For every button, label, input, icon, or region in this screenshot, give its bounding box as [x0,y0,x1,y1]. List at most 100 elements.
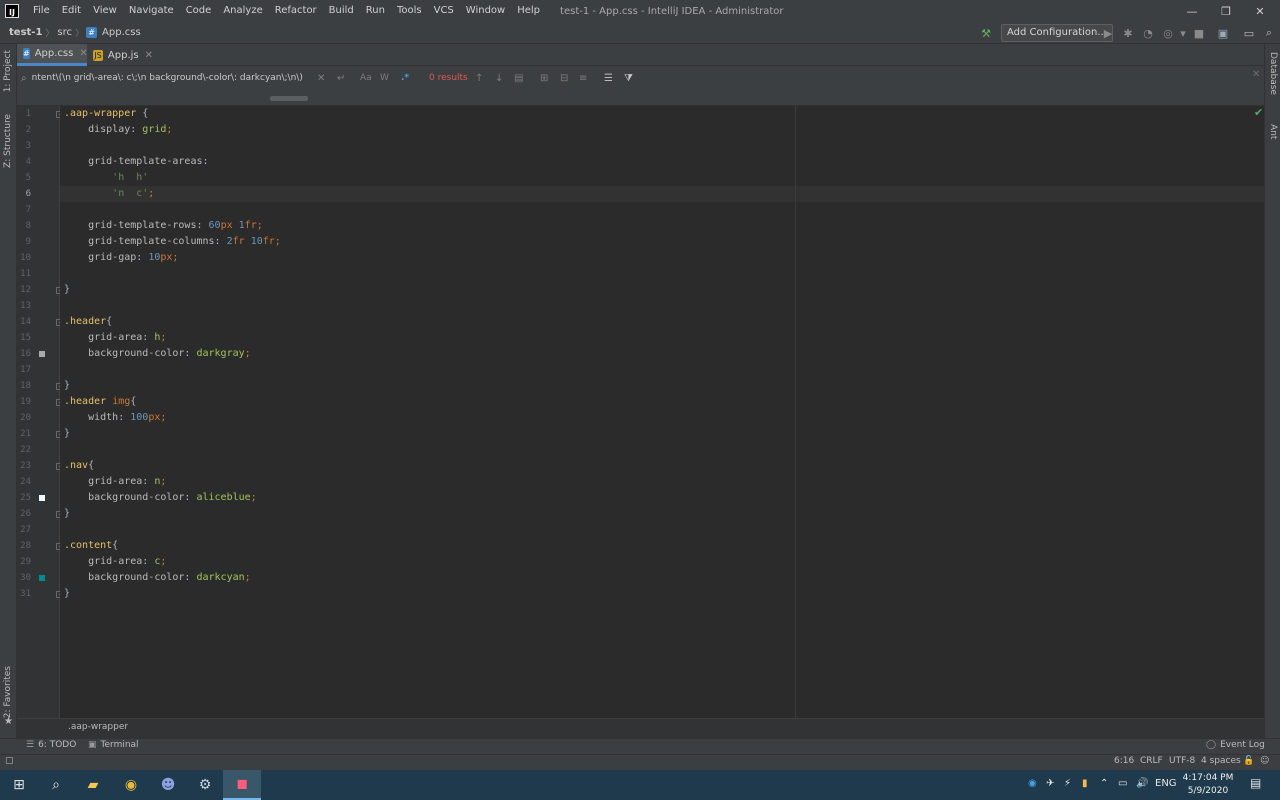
css-property: grid-template-rows [88,220,197,231]
match-case-toggle[interactable]: Aa [360,69,372,87]
filter-icon[interactable]: ⧩ [624,69,633,87]
terminal-button[interactable]: ▣ Terminal [88,740,139,750]
tray-nvidia-icon[interactable]: ⚡ [1064,778,1071,789]
breadcrumb[interactable]: .aap-wrapper [68,722,128,732]
todo-button[interactable]: ☰ 6: TODO [26,740,76,750]
menu-file[interactable]: File [27,0,56,22]
css-unit: fr [244,220,257,231]
menu-build[interactable]: Build [323,0,360,22]
minimize-button[interactable]: — [1175,0,1209,22]
coverage-icon[interactable]: ◔ [1140,25,1156,41]
file-explorer-icon[interactable]: ▰ [74,770,112,800]
language-indicator[interactable]: ENG [1155,778,1177,789]
menu-vcs[interactable]: VCS [428,0,460,22]
color-swatch-darkgray[interactable] [39,351,45,357]
stop-icon[interactable]: ■ [1191,25,1207,41]
menu-run[interactable]: Run [360,0,391,22]
search-icon[interactable]: ⌕ [37,770,75,800]
toggle-tool-windows-icon[interactable]: ▢ [5,756,14,766]
select-all-occurrences-icon[interactable]: ▤ [514,69,523,87]
indent-setting[interactable]: 4 spaces [1201,756,1241,766]
tray-wifi-icon[interactable]: ✈ [1046,778,1054,789]
color-swatch-aliceblue[interactable] [39,495,45,501]
chevron-down-icon[interactable]: ▾ [1175,25,1191,41]
words-toggle[interactable]: W [380,69,389,87]
caret-position[interactable]: 6:16 [1114,756,1134,766]
steam-icon[interactable]: ⚙ [186,770,224,800]
structure-tool-tab[interactable]: Z: Structure [3,114,13,168]
color-swatch-darkcyan[interactable] [39,575,45,581]
close-tab-icon[interactable]: ✕ [145,50,153,61]
code-line: .header img{ [64,394,136,410]
maximize-button[interactable]: ❐ [1209,0,1243,22]
project-structure-icon[interactable]: ▣ [1215,25,1231,41]
add-configuration-button[interactable]: Add Configuration... [1001,24,1113,42]
code-editor[interactable]: ✔ .aap-wrapper { display: grid; grid-tem… [60,106,1264,718]
code-line: width: 100px; [88,412,167,423]
remove-occurrence-icon[interactable]: ⊟ [560,69,568,87]
clear-search-icon[interactable]: ✕ [317,69,325,87]
intellij-logo-icon[interactable]: IJ [5,4,19,18]
menu-edit[interactable]: Edit [56,0,87,22]
menu-window[interactable]: Window [460,0,511,22]
discord-icon[interactable]: ☻ [149,770,187,800]
menu-code[interactable]: Code [180,0,218,22]
nav-folder[interactable]: src [54,27,75,38]
favorites-tool-tab[interactable]: 2: Favorites [3,666,13,718]
line-separator[interactable]: CRLF [1140,756,1163,766]
profile-icon[interactable]: ◎ [1160,25,1176,41]
menu-navigate[interactable]: Navigate [123,0,180,22]
nav-project[interactable]: test-1 [6,27,45,38]
project-tool-tab[interactable]: 1: Project [3,50,13,92]
layout-icon[interactable]: ▭ [1241,25,1257,41]
new-line-icon[interactable]: ↵ [337,69,345,87]
menu-tools[interactable]: Tools [391,0,428,22]
menu-view[interactable]: View [87,0,123,22]
css-property: display [88,124,131,135]
system-clock[interactable]: 4:17:04 PM 5/9/2020 [1176,772,1240,798]
tab-app-js[interactable]: JS App.js ✕ [87,44,159,66]
ant-tool-tab[interactable]: Ant [1268,124,1278,139]
tray-volume-icon[interactable]: 🔊 [1136,778,1148,789]
intellij-taskbar-icon[interactable]: ◼ [223,770,261,800]
code-line: .nav{ [64,458,94,474]
inspector-icon[interactable]: ☺ [1260,756,1269,766]
debug-icon[interactable]: ✱ [1120,25,1136,41]
windows-start-icon[interactable]: ⊞ [0,770,38,800]
notification-center-icon[interactable]: ▤ [1250,776,1261,790]
close-window-button[interactable]: ✕ [1243,0,1277,22]
event-log-button[interactable]: ◯ Event Log [1206,740,1265,750]
search-field-scrollbar[interactable] [270,96,308,101]
close-search-icon[interactable]: ✕ [1252,69,1260,80]
search-query[interactable]: ntent\(\n grid\-area\: c\;\n background\… [32,73,322,83]
run-icon[interactable]: ▶ [1100,25,1116,41]
tray-app-icon[interactable]: ◉ [1028,778,1037,789]
select-all-icon[interactable]: ≡ [579,69,587,87]
css-property: background-color [88,572,185,583]
menu-refactor[interactable]: Refactor [269,0,323,22]
search-everywhere-icon[interactable]: ⌕ [1261,25,1277,41]
tray-chevron-icon[interactable]: ⌃ [1100,778,1108,789]
lock-icon[interactable]: 🔓 [1243,756,1254,766]
chrome-icon[interactable]: ◉ [112,770,150,800]
build-hammer-icon[interactable]: ⚒ [978,25,994,41]
previous-occurrence-icon[interactable]: ↑ [475,69,483,87]
database-tool-tab[interactable]: Database [1268,52,1278,95]
nav-file[interactable]: App.css [99,27,144,38]
brace: } [64,588,71,599]
regex-toggle[interactable]: .* [401,69,409,87]
search-input[interactable]: ⌕ ntent\(\n grid\-area\: c\;\n backgroun… [21,69,349,87]
menu-analyze[interactable]: Analyze [217,0,268,22]
next-occurrence-icon[interactable]: ↓ [495,69,503,87]
filter-options-icon[interactable]: ☰ [604,69,613,87]
menu-help[interactable]: Help [511,0,546,22]
no-problems-check-icon[interactable]: ✔ [1254,106,1263,119]
file-encoding[interactable]: UTF-8 [1169,756,1195,766]
todo-label: 6: TODO [38,740,77,750]
tray-network-icon[interactable]: ▭ [1118,778,1127,789]
tray-colored-app-icon[interactable]: ▮ [1082,778,1088,789]
css-number: 10 [148,252,161,263]
tab-app-css[interactable]: # App.css ✕ [17,44,88,66]
css-property: background-color [88,492,185,503]
add-occurrence-icon[interactable]: ⊞ [540,69,548,87]
